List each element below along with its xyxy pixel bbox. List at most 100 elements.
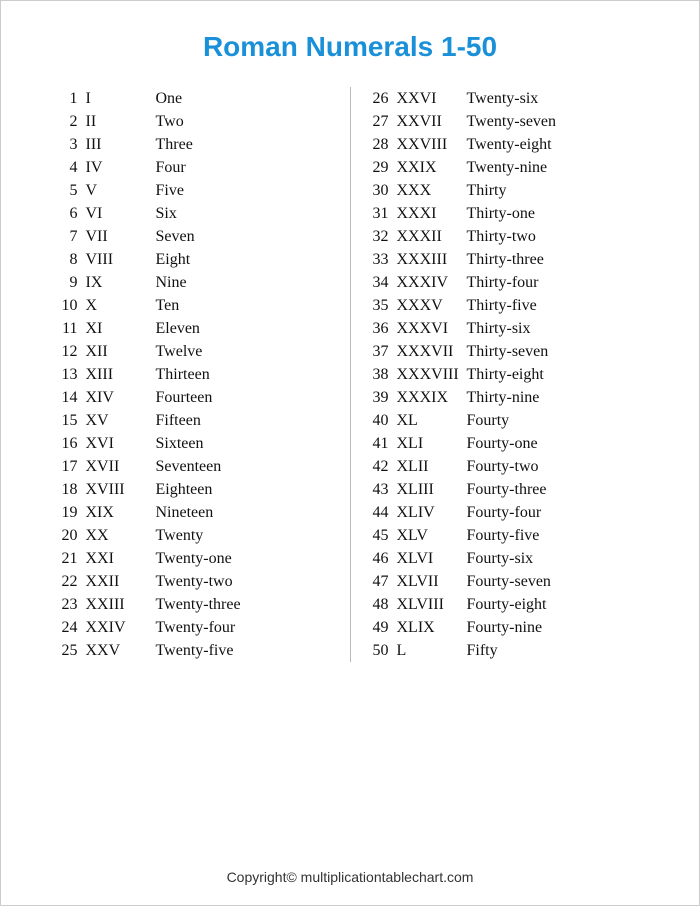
- roman-numeral: XXVIII: [397, 136, 467, 154]
- number: 7: [50, 228, 86, 246]
- number: 5: [50, 182, 86, 200]
- word-label: Fourty-eight: [467, 596, 577, 614]
- word-label: Ten: [156, 297, 266, 315]
- number: 35: [361, 297, 397, 315]
- word-label: Twenty-three: [156, 596, 266, 614]
- number: 30: [361, 182, 397, 200]
- roman-numeral: XXV: [86, 642, 156, 660]
- word-label: Two: [156, 113, 266, 131]
- roman-numeral: VI: [86, 205, 156, 223]
- roman-numeral: XV: [86, 412, 156, 430]
- list-item: 47 XLVII Fourty-seven: [361, 570, 651, 593]
- roman-numeral: II: [86, 113, 156, 131]
- word-label: Fourty-six: [467, 550, 577, 568]
- word-label: Fourty: [467, 412, 577, 430]
- word-label: Five: [156, 182, 266, 200]
- number: 41: [361, 435, 397, 453]
- roman-numeral: XLI: [397, 435, 467, 453]
- list-item: 14 XIV Fourteen: [50, 386, 340, 409]
- number: 34: [361, 274, 397, 292]
- list-item: 43 XLIII Fourty-three: [361, 478, 651, 501]
- list-item: 30 XXX Thirty: [361, 179, 651, 202]
- roman-numeral: XXII: [86, 573, 156, 591]
- number: 8: [50, 251, 86, 269]
- roman-numeral: XI: [86, 320, 156, 338]
- list-item: 18 XVIII Eighteen: [50, 478, 340, 501]
- columns-wrapper: 1 I One 2 II Two 3 III Three 4 IV Four 5…: [21, 87, 679, 662]
- list-item: 28 XXVIII Twenty-eight: [361, 133, 651, 156]
- number: 37: [361, 343, 397, 361]
- number: 44: [361, 504, 397, 522]
- list-item: 34 XXXIV Thirty-four: [361, 271, 651, 294]
- list-item: 13 XIII Thirteen: [50, 363, 340, 386]
- list-item: 35 XXXV Thirty-five: [361, 294, 651, 317]
- roman-numeral: XXX: [397, 182, 467, 200]
- list-item: 16 XVI Sixteen: [50, 432, 340, 455]
- word-label: Thirty-nine: [467, 389, 577, 407]
- roman-numeral: XVII: [86, 458, 156, 476]
- number: 40: [361, 412, 397, 430]
- word-label: Fourty-four: [467, 504, 577, 522]
- list-item: 2 II Two: [50, 110, 340, 133]
- number: 21: [50, 550, 86, 568]
- word-label: Twenty-four: [156, 619, 266, 637]
- word-label: Eighteen: [156, 481, 266, 499]
- number: 39: [361, 389, 397, 407]
- list-item: 8 VIII Eight: [50, 248, 340, 271]
- left-column: 1 I One 2 II Two 3 III Three 4 IV Four 5…: [50, 87, 340, 662]
- list-item: 7 VII Seven: [50, 225, 340, 248]
- word-label: Thirty-four: [467, 274, 577, 292]
- number: 29: [361, 159, 397, 177]
- list-item: 1 I One: [50, 87, 340, 110]
- word-label: Nine: [156, 274, 266, 292]
- word-label: Thirty-two: [467, 228, 577, 246]
- number: 49: [361, 619, 397, 637]
- roman-numeral: XII: [86, 343, 156, 361]
- roman-numeral: XXIV: [86, 619, 156, 637]
- word-label: Fourty-nine: [467, 619, 577, 637]
- word-label: Four: [156, 159, 266, 177]
- number: 45: [361, 527, 397, 545]
- roman-numeral: IX: [86, 274, 156, 292]
- roman-numeral: XXXI: [397, 205, 467, 223]
- number: 20: [50, 527, 86, 545]
- roman-numeral: XXI: [86, 550, 156, 568]
- word-label: Fourteen: [156, 389, 266, 407]
- word-label: Eight: [156, 251, 266, 269]
- word-label: Thirty-eight: [467, 366, 577, 384]
- list-item: 38 XXXVIII Thirty-eight: [361, 363, 651, 386]
- number: 3: [50, 136, 86, 154]
- number: 43: [361, 481, 397, 499]
- number: 19: [50, 504, 86, 522]
- number: 13: [50, 366, 86, 384]
- list-item: 6 VI Six: [50, 202, 340, 225]
- word-label: Twenty-six: [467, 90, 577, 108]
- roman-numeral: L: [397, 642, 467, 660]
- number: 16: [50, 435, 86, 453]
- list-item: 24 XXIV Twenty-four: [50, 616, 340, 639]
- number: 38: [361, 366, 397, 384]
- roman-numeral: XVIII: [86, 481, 156, 499]
- number: 11: [50, 320, 86, 338]
- page-title: Roman Numerals 1-50: [203, 31, 497, 63]
- number: 31: [361, 205, 397, 223]
- roman-numeral: XLII: [397, 458, 467, 476]
- number: 47: [361, 573, 397, 591]
- list-item: 20 XX Twenty: [50, 524, 340, 547]
- number: 27: [361, 113, 397, 131]
- list-item: 44 XLIV Fourty-four: [361, 501, 651, 524]
- list-item: 10 X Ten: [50, 294, 340, 317]
- list-item: 19 XIX Nineteen: [50, 501, 340, 524]
- number: 46: [361, 550, 397, 568]
- roman-numeral: XXXVI: [397, 320, 467, 338]
- roman-numeral: VII: [86, 228, 156, 246]
- list-item: 17 XVII Seventeen: [50, 455, 340, 478]
- word-label: Twenty-one: [156, 550, 266, 568]
- number: 42: [361, 458, 397, 476]
- footer: Copyright© multiplicationtablechart.com: [227, 845, 474, 885]
- word-label: Six: [156, 205, 266, 223]
- roman-numeral: V: [86, 182, 156, 200]
- word-label: Eleven: [156, 320, 266, 338]
- list-item: 9 IX Nine: [50, 271, 340, 294]
- roman-numeral: XLVI: [397, 550, 467, 568]
